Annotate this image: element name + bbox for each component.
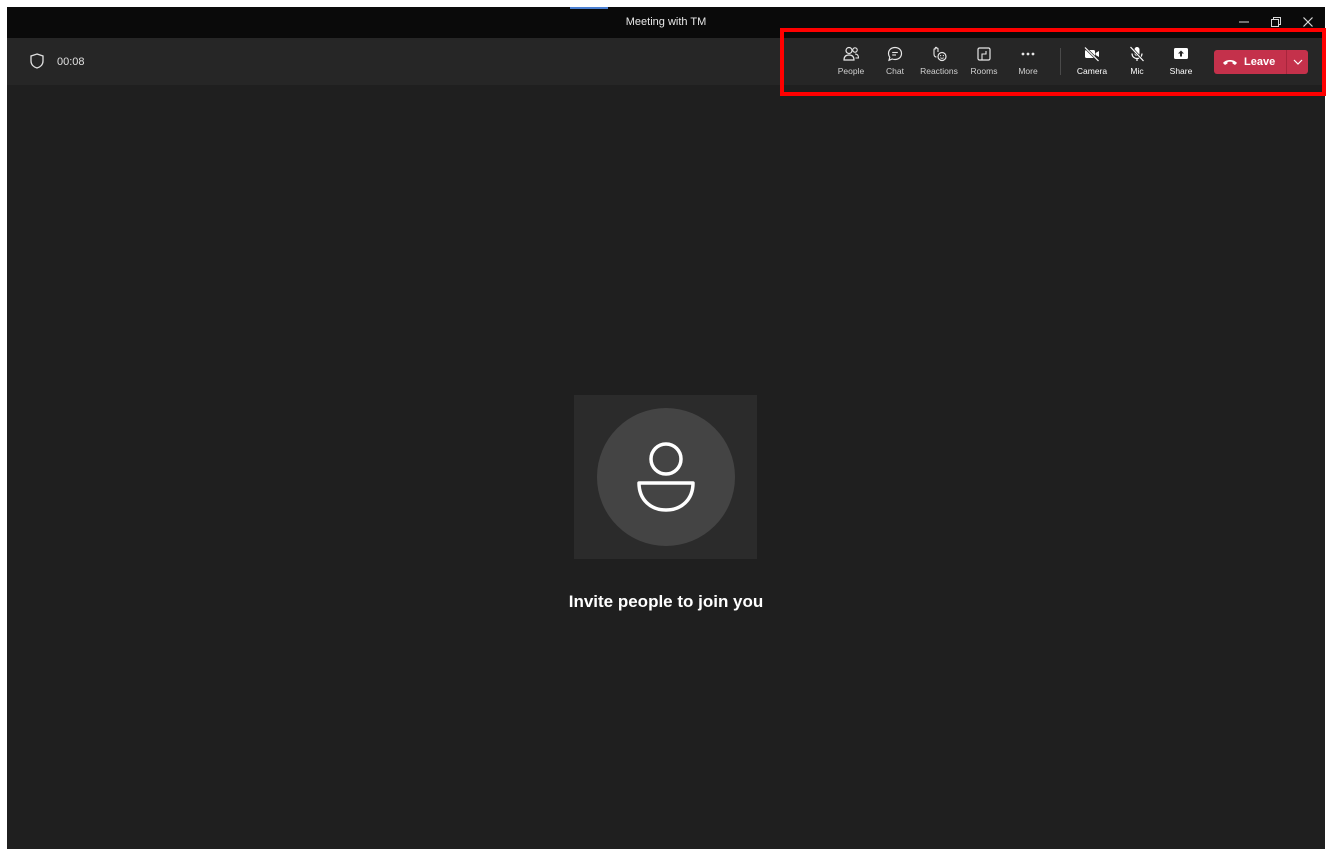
invite-message: Invite people to join you [568, 592, 764, 611]
restore-button[interactable] [1266, 13, 1286, 31]
camera-off-icon [1084, 46, 1100, 62]
share-button[interactable]: Share [1158, 44, 1204, 80]
leave-options-button[interactable] [1287, 50, 1308, 74]
title-bar-accent [570, 7, 608, 9]
people-button[interactable]: People [828, 44, 874, 80]
minimize-button[interactable] [1234, 13, 1254, 31]
reactions-label: Reactions [920, 66, 958, 76]
more-icon [1021, 52, 1035, 56]
avatar [597, 408, 735, 546]
rooms-label: Rooms [970, 66, 998, 76]
reactions-icon [933, 46, 947, 62]
mic-off-icon [1129, 46, 1145, 62]
meeting-timer: 00:08 [57, 56, 85, 68]
mic-button[interactable]: Mic [1114, 44, 1160, 80]
title-bar: Meeting with TM [7, 7, 1325, 38]
person-icon [637, 442, 695, 512]
people-icon [843, 46, 860, 61]
rooms-button[interactable]: Rooms [961, 44, 1007, 80]
leave-label: Leave [1244, 56, 1276, 68]
meeting-stage: Invite people to join you [7, 85, 1325, 849]
meeting-toolbar: 00:08 People Chat Reactions Rooms More C… [7, 38, 1325, 85]
mic-label: Mic [1130, 66, 1144, 76]
chat-icon [887, 46, 903, 62]
share-label: Share [1169, 66, 1193, 76]
close-button[interactable] [1298, 13, 1318, 31]
close-icon [1303, 17, 1313, 27]
camera-button[interactable]: Camera [1069, 44, 1115, 80]
minimize-icon [1239, 21, 1249, 23]
toolbar-divider [1060, 48, 1061, 75]
chevron-down-icon [1293, 59, 1302, 65]
chat-button[interactable]: Chat [872, 44, 918, 80]
people-label: People [837, 66, 865, 76]
meeting-window: Meeting with TM 00:08 People Chat Reacti… [7, 7, 1325, 849]
avatar-tile [574, 395, 757, 559]
window-title: Meeting with TM [625, 16, 707, 28]
more-button[interactable]: More [1005, 44, 1051, 80]
rooms-icon [977, 47, 991, 61]
reactions-button[interactable]: Reactions [916, 44, 962, 80]
shield-icon[interactable] [28, 52, 46, 70]
hang-up-icon [1223, 60, 1237, 65]
leave-control: Leave [1214, 50, 1308, 74]
camera-label: Camera [1076, 66, 1108, 76]
more-label: More [1018, 66, 1038, 76]
chat-label: Chat [886, 66, 904, 76]
leave-button[interactable]: Leave [1214, 50, 1286, 74]
restore-icon [1271, 17, 1281, 27]
share-icon [1174, 48, 1188, 59]
